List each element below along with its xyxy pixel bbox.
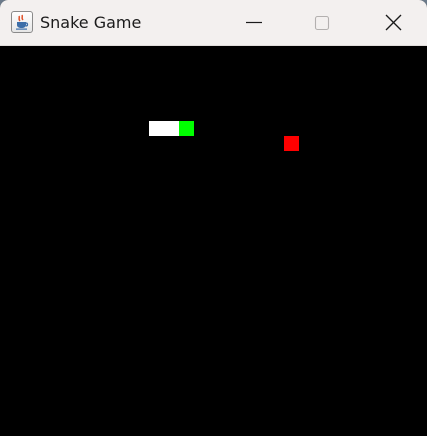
- snake-head: [179, 121, 194, 136]
- title-bar[interactable]: Snake Game: [0, 0, 427, 46]
- window-title: Snake Game: [40, 13, 142, 32]
- food: [284, 136, 299, 151]
- snake-body-segment: [164, 121, 179, 136]
- snake-body-segment: [149, 121, 164, 136]
- close-icon: [385, 14, 402, 31]
- minimize-icon: [246, 21, 262, 24]
- minimize-button[interactable]: [231, 0, 277, 46]
- game-board[interactable]: [0, 46, 427, 436]
- game-window: Snake Game: [0, 0, 427, 436]
- maximize-icon: [314, 15, 330, 31]
- close-button[interactable]: [371, 0, 417, 46]
- maximize-button[interactable]: [299, 0, 345, 46]
- java-coffee-cup-icon[interactable]: [11, 11, 33, 33]
